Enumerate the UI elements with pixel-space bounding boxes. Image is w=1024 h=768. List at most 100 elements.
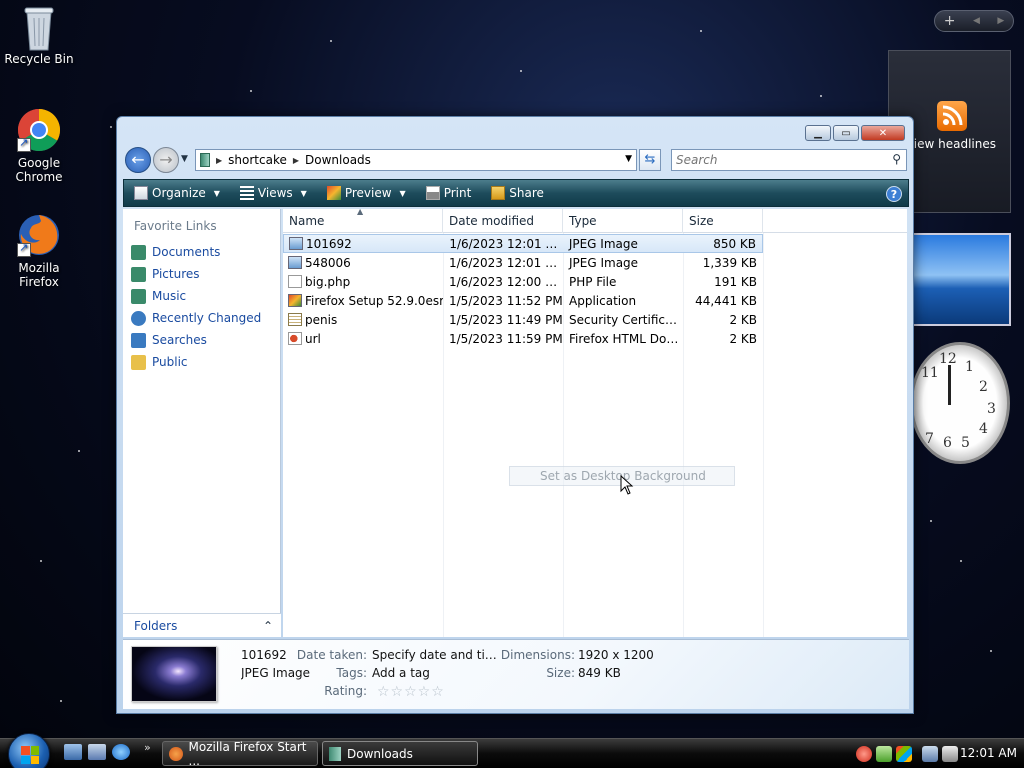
column-header-type[interactable]: Type bbox=[563, 209, 683, 233]
taskbar-button-downloads[interactable]: Downloads bbox=[322, 741, 478, 766]
forward-button[interactable]: → bbox=[153, 147, 179, 173]
taskbar-clock[interactable]: 12:01 AM bbox=[960, 746, 1017, 760]
address-dropdown-icon[interactable]: ▼ bbox=[625, 154, 632, 164]
print-button[interactable]: Print bbox=[416, 180, 482, 206]
refresh-button[interactable]: ⇆ bbox=[639, 149, 661, 171]
clock-number: 6 bbox=[943, 435, 952, 451]
detail-size-value: 849 KB bbox=[578, 666, 621, 680]
music-icon bbox=[131, 288, 146, 304]
close-button[interactable]: ✕ bbox=[861, 125, 905, 141]
nav-link-searches[interactable]: Searches bbox=[123, 329, 280, 351]
gadget-sidebar-controls[interactable]: + ◀ ▶ bbox=[934, 10, 1014, 32]
previous-icon[interactable]: ◀ bbox=[973, 16, 980, 26]
table-row[interactable]: url 1/5/2023 11:59 PM Firefox HTML Doc..… bbox=[283, 329, 763, 348]
taskbar-button-label: Mozilla Firefox Start ... bbox=[188, 739, 307, 768]
views-label: Views bbox=[257, 186, 293, 200]
folders-toggle[interactable]: Folders ⌃ bbox=[123, 613, 281, 637]
rating-stars-icon[interactable]: ☆☆☆☆☆ bbox=[377, 684, 445, 700]
clock-number: 2 bbox=[979, 379, 988, 395]
network-icon[interactable] bbox=[922, 745, 938, 762]
column-header-name[interactable]: ▲ Name bbox=[283, 207, 443, 233]
detail-date-taken-value[interactable]: Specify date and time t... bbox=[372, 648, 504, 662]
file-date: 1/5/2023 11:59 PM bbox=[449, 331, 563, 346]
table-row[interactable]: penis 1/5/2023 11:49 PM Security Certifi… bbox=[283, 310, 763, 329]
table-row[interactable]: 548006 1/6/2023 12:01 AM JPEG Image 1,33… bbox=[283, 253, 763, 272]
maximize-button[interactable]: ▭ bbox=[833, 125, 859, 141]
rss-icon bbox=[937, 101, 967, 131]
views-icon bbox=[239, 186, 254, 200]
nav-link-documents[interactable]: Documents bbox=[123, 241, 280, 263]
sort-ascending-icon: ▲ bbox=[357, 207, 364, 216]
desktop-icon-label: Mozilla Firefox bbox=[18, 261, 60, 289]
windows-flag-tray-icon[interactable] bbox=[896, 745, 912, 762]
search-input[interactable] bbox=[672, 150, 872, 170]
search-box[interactable]: ⚲ bbox=[671, 149, 907, 171]
desktop-icon-google-chrome[interactable]: Google Chrome bbox=[1, 108, 77, 184]
column-header-date[interactable]: Date modified bbox=[443, 209, 563, 233]
file-size: 2 KB bbox=[729, 331, 757, 346]
firefox-icon bbox=[17, 213, 61, 257]
table-row[interactable]: 101692 1/6/2023 12:01 AM JPEG Image 850 … bbox=[283, 234, 763, 253]
desktop-icon-recycle-bin[interactable]: Recycle Bin bbox=[1, 4, 77, 66]
clock-gadget[interactable]: 11 12 1 2 3 4 5 6 7 bbox=[900, 340, 1012, 466]
preview-button[interactable]: Preview ▼ bbox=[317, 180, 416, 206]
detail-dimensions-label: Dimensions: bbox=[500, 648, 575, 662]
desktop-icon-label: Recycle Bin bbox=[4, 52, 74, 66]
file-size: 191 KB bbox=[714, 274, 757, 289]
quicklaunch-show-desktop-icon[interactable] bbox=[64, 744, 82, 760]
nav-link-label: Searches bbox=[152, 333, 207, 347]
share-button[interactable]: Share bbox=[481, 180, 554, 206]
security-alert-icon[interactable] bbox=[856, 745, 872, 762]
help-icon[interactable]: ? bbox=[886, 186, 902, 202]
slideshow-gadget[interactable] bbox=[912, 233, 1011, 326]
table-row[interactable]: Firefox Setup 52.9.0esr 1/5/2023 11:52 P… bbox=[283, 291, 763, 310]
taskbar-button-label: Downloads bbox=[347, 746, 413, 761]
checkmark-icon[interactable] bbox=[876, 745, 892, 762]
nav-link-music[interactable]: Music bbox=[123, 285, 280, 307]
minimize-button[interactable]: ▁ bbox=[805, 125, 831, 141]
breadcrumb-separator-icon[interactable]: ▶ bbox=[216, 156, 222, 165]
print-label: Print bbox=[443, 186, 472, 200]
search-icon[interactable]: ⚲ bbox=[892, 152, 901, 166]
column-divider bbox=[763, 233, 764, 637]
table-row[interactable]: big.php 1/6/2023 12:00 AM PHP File 191 K… bbox=[283, 272, 763, 291]
nav-link-public[interactable]: Public bbox=[123, 351, 280, 373]
organize-button[interactable]: Organize ▼ bbox=[124, 180, 230, 206]
maximize-icon: ▭ bbox=[841, 127, 851, 139]
firefox-icon bbox=[169, 746, 183, 761]
nav-link-pictures[interactable]: Pictures bbox=[123, 263, 280, 285]
folder-icon bbox=[131, 354, 146, 370]
explorer-window[interactable]: ▁ ▭ ✕ ← → ▼ ▶ shortcake ▶ Downloads ▼ ⇆ … bbox=[116, 116, 914, 714]
address-bar[interactable]: ▶ shortcake ▶ Downloads ▼ bbox=[195, 149, 637, 171]
recent-pages-button[interactable]: ▼ bbox=[181, 154, 188, 164]
file-list[interactable]: ▲ Name Date modified Type Size 101692 1/… bbox=[283, 207, 907, 637]
breadcrumb-downloads[interactable]: Downloads bbox=[305, 153, 371, 167]
chrome-icon bbox=[17, 108, 61, 152]
quicklaunch-more-icon[interactable]: » bbox=[144, 741, 151, 754]
breadcrumb-separator-icon[interactable]: ▶ bbox=[293, 156, 299, 165]
arrow-left-icon: ← bbox=[131, 150, 145, 169]
file-name: 101692 bbox=[306, 236, 352, 251]
add-gadget-icon[interactable]: + bbox=[944, 13, 956, 29]
column-headers: ▲ Name Date modified Type Size bbox=[283, 207, 907, 233]
file-date: 1/6/2023 12:00 AM bbox=[449, 274, 563, 289]
next-icon[interactable]: ▶ bbox=[997, 16, 1004, 26]
quicklaunch-switch-windows-icon[interactable] bbox=[88, 744, 106, 760]
quicklaunch-internet-explorer-icon[interactable] bbox=[112, 744, 130, 760]
breadcrumb-shortcake[interactable]: shortcake bbox=[228, 153, 287, 167]
detail-tags-value[interactable]: Add a tag bbox=[372, 666, 430, 680]
preview-thumbnail bbox=[131, 646, 217, 702]
desktop-icon-mozilla-firefox[interactable]: Mozilla Firefox bbox=[1, 213, 77, 289]
preview-icon bbox=[326, 186, 341, 200]
printer-icon bbox=[425, 186, 440, 200]
file-size: 44,441 KB bbox=[695, 293, 757, 308]
nav-link-recently-changed[interactable]: Recently Changed bbox=[123, 307, 280, 329]
chevron-down-icon: ▼ bbox=[181, 154, 188, 164]
back-button[interactable]: ← bbox=[125, 147, 151, 173]
column-header-size[interactable]: Size bbox=[683, 209, 763, 233]
start-button[interactable] bbox=[8, 733, 50, 768]
desktop-icon-label: Google Chrome bbox=[15, 156, 63, 184]
volume-muted-icon[interactable] bbox=[942, 745, 958, 762]
views-button[interactable]: Views ▼ bbox=[230, 180, 317, 206]
taskbar-button-firefox[interactable]: Mozilla Firefox Start ... bbox=[162, 739, 318, 768]
